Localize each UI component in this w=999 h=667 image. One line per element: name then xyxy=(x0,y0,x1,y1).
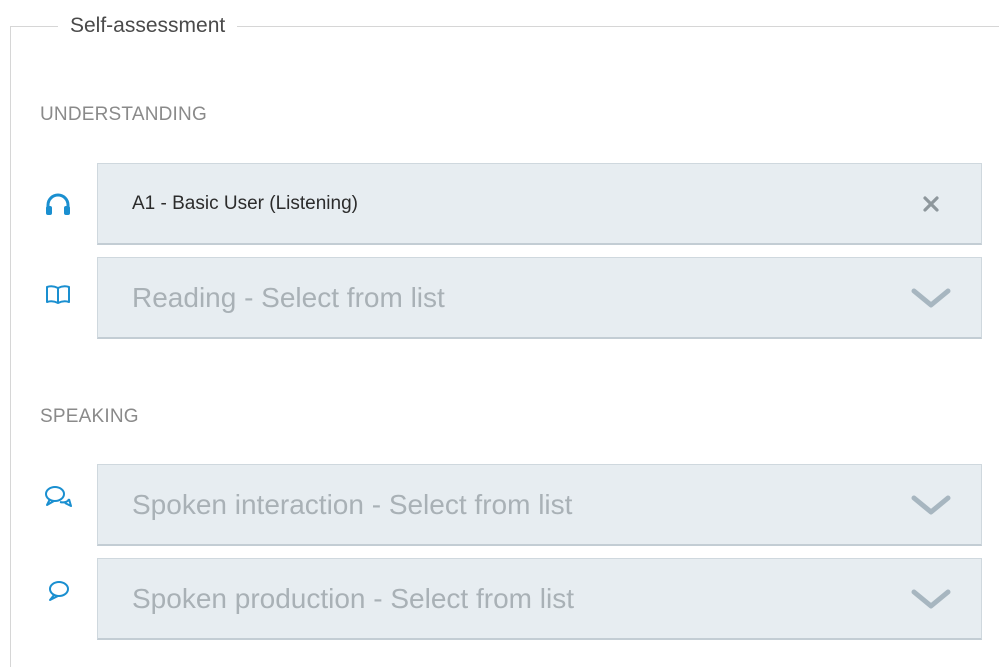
reading-placeholder: Reading - Select from list xyxy=(132,281,445,313)
fieldset-legend: Self-assessment xyxy=(58,12,238,40)
headphones-icon xyxy=(38,190,78,220)
clear-x-icon[interactable] xyxy=(901,184,961,224)
speaking-heading: SPEAKING xyxy=(40,406,139,427)
chevron-down-icon[interactable] xyxy=(901,278,961,318)
listening-select[interactable]: A1 - Basic User (Listening) xyxy=(97,163,982,245)
chevron-down-icon[interactable] xyxy=(901,485,961,525)
spoken-production-select[interactable]: Spoken production - Select from list xyxy=(97,558,982,640)
book-icon xyxy=(38,279,78,309)
understanding-heading: UNDERSTANDING xyxy=(40,104,207,125)
speech-bubble-icon xyxy=(38,576,78,606)
chevron-down-icon[interactable] xyxy=(901,579,961,619)
listening-value: A1 - Basic User (Listening) xyxy=(132,192,358,214)
reading-select[interactable]: Reading - Select from list xyxy=(97,257,982,339)
spoken-interaction-select[interactable]: Spoken interaction - Select from list xyxy=(97,464,982,546)
spoken-interaction-placeholder: Spoken interaction - Select from list xyxy=(132,488,573,520)
spoken-production-placeholder: Spoken production - Select from list xyxy=(132,582,574,614)
conversation-icon xyxy=(38,482,78,512)
